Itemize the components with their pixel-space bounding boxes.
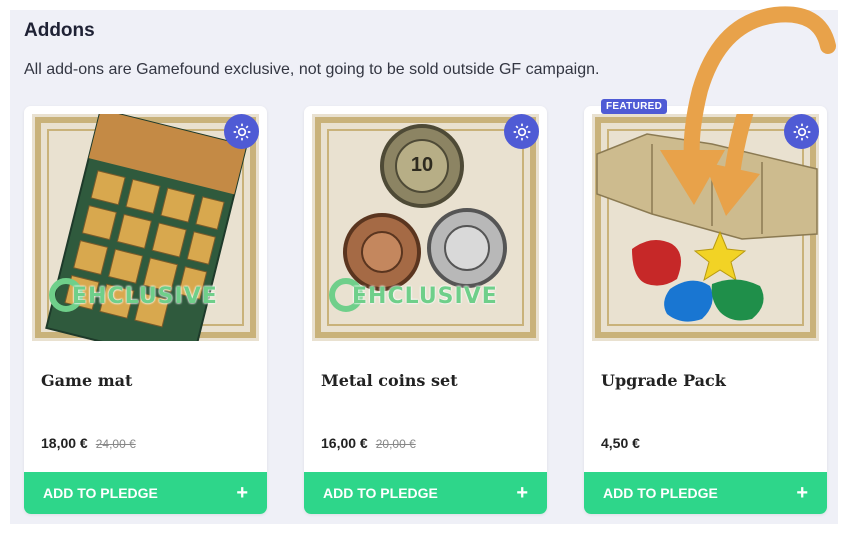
game-mat-image[interactable]: EHCLUSIVE [32, 114, 259, 341]
add-to-pledge-button[interactable]: ADD TO PLEDGE + [24, 472, 267, 514]
old-price: 24,00 € [95, 437, 136, 451]
addon-card-metal-coins: 10 EHCLUSIVE Metal coins set 16,00 € 20,0… [304, 106, 547, 514]
addon-price: 4,50 € [601, 435, 640, 451]
addon-name: Game mat [41, 371, 133, 390]
exclusive-label: EHCLUSIVE [72, 284, 218, 309]
featured-badge: FEATURED [601, 99, 668, 114]
gear-icon[interactable] [224, 114, 259, 149]
gear-icon[interactable] [504, 114, 539, 149]
addon-price: 16,00 € 20,00 € [321, 435, 416, 451]
coin-value: 10 [410, 154, 434, 176]
gear-icon[interactable] [784, 114, 819, 149]
addon-name: Metal coins set [321, 371, 458, 390]
current-price: 18,00 € [41, 435, 88, 451]
addon-name: Upgrade Pack [601, 371, 726, 390]
add-to-pledge-button[interactable]: ADD TO PLEDGE + [584, 472, 827, 514]
addon-card-upgrade-pack: FEATURED Upgrade Pack 4,50 € ADD TO PLED… [584, 99, 827, 514]
button-label: ADD TO PLEDGE [43, 485, 158, 501]
exclusive-label: EHCLUSIVE [352, 284, 498, 309]
add-to-pledge-button[interactable]: ADD TO PLEDGE + [304, 472, 547, 514]
plus-icon: + [796, 481, 808, 504]
plus-icon: + [236, 481, 248, 504]
old-price: 20,00 € [375, 437, 416, 451]
plus-icon: + [516, 481, 528, 504]
button-label: ADD TO PLEDGE [323, 485, 438, 501]
section-title: Addons [24, 20, 95, 41]
current-price: 4,50 € [601, 435, 640, 451]
upgrade-pack-image[interactable] [592, 114, 819, 341]
metal-coins-image[interactable]: 10 EHCLUSIVE [312, 114, 539, 341]
addon-card-game-mat: EHCLUSIVE Game mat 18,00 € 24,00 € ADD TO… [24, 106, 267, 514]
addon-price: 18,00 € 24,00 € [41, 435, 136, 451]
button-label: ADD TO PLEDGE [603, 485, 718, 501]
current-price: 16,00 € [321, 435, 368, 451]
section-subtitle: All add-ons are Gamefound exclusive, not… [24, 61, 600, 78]
